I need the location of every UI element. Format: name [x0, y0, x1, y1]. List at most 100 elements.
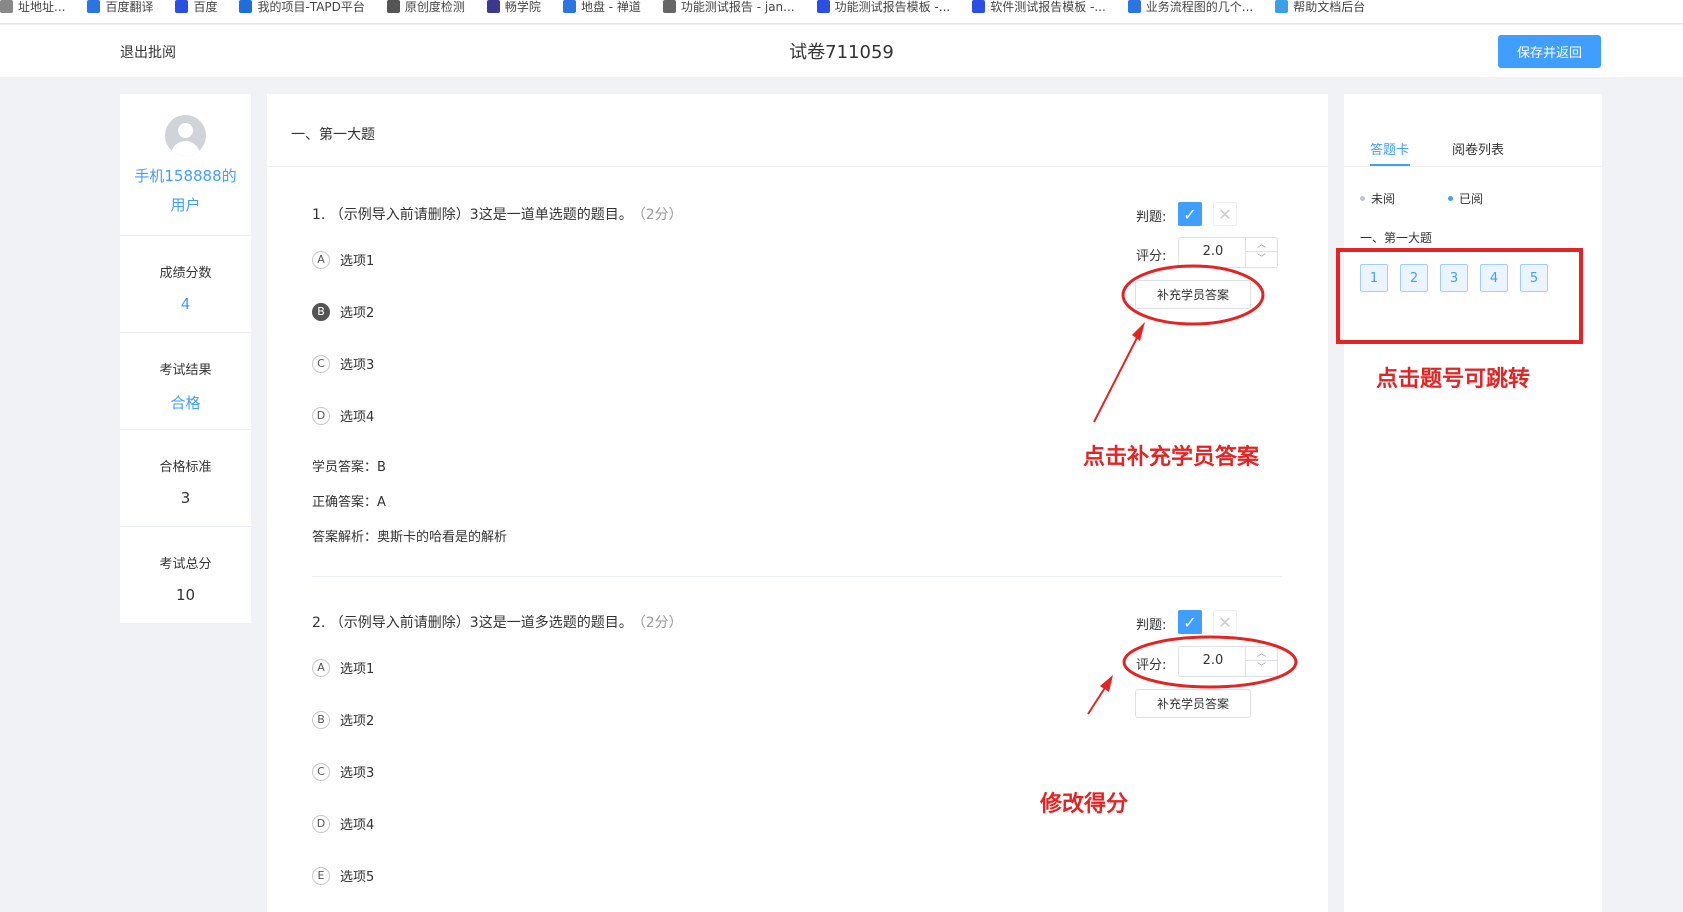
divider: [1344, 166, 1602, 167]
option-text: 选项4: [340, 818, 375, 833]
judge-label: 判题:: [1136, 210, 1167, 225]
increment-icon[interactable]: ︿: [1246, 647, 1277, 661]
stat-label: 合格标准: [159, 460, 212, 475]
option-b: B 选项2: [312, 710, 374, 729]
bookmark-icon: [562, 0, 576, 13]
option-text: 选项1: [340, 662, 375, 677]
option-d: D 选项4: [312, 406, 374, 425]
annotation-jump: 点击题号可跳转: [1376, 366, 1531, 392]
option-letter: C: [312, 762, 330, 781]
question-number-3[interactable]: 3: [1440, 264, 1468, 292]
option-letter: B: [312, 302, 330, 321]
divider: [312, 576, 1282, 577]
judge-correct-checkbox[interactable]: ✓: [1178, 610, 1202, 634]
correct-answer: 正确答案：A: [312, 495, 386, 510]
bookmark-item[interactable]: 址地址...: [0, 0, 65, 15]
question-number-2[interactable]: 2: [1400, 264, 1428, 292]
option-c: C 选项3: [312, 762, 374, 781]
option-b: B 选项2: [312, 302, 374, 321]
bookmark-icon: [662, 0, 676, 13]
bookmark-icon: [972, 0, 986, 13]
stat-pass-standard: 合格标准 3: [120, 429, 251, 526]
section-title: 一、第一大题: [291, 127, 375, 143]
bookmark-item[interactable]: 业务流程图的几个...: [1127, 0, 1253, 15]
judge-wrong-checkbox[interactable]: ✕: [1213, 610, 1237, 634]
score-value: 2.0: [1202, 244, 1224, 259]
bookmark-icon: [87, 0, 101, 13]
decrement-icon[interactable]: ﹀: [1246, 661, 1277, 675]
stat-result: 考试结果 合格: [120, 332, 251, 429]
student-summary-panel: 手机158888的用户 成绩分数 4 考试结果 合格 合格标准 3 考试总分 1…: [120, 94, 251, 623]
annotation-supplement: 点击补充学员答案: [1083, 444, 1260, 470]
option-text: 选项3: [340, 766, 375, 781]
judge-correct-checkbox[interactable]: ✓: [1178, 202, 1202, 226]
bookmark-item[interactable]: 原创度检测: [386, 0, 465, 15]
stat-total: 考试总分 10: [120, 526, 251, 623]
option-text: 选项1: [340, 254, 375, 269]
score-label: 评分:: [1136, 658, 1167, 673]
page-title: 试卷711059: [789, 42, 894, 63]
bookmark-item[interactable]: 软件测试报告模板 -...: [972, 0, 1106, 15]
question-number-4[interactable]: 4: [1480, 264, 1508, 292]
stat-label: 成绩分数: [159, 266, 212, 281]
bookmark-icon: [1127, 0, 1141, 13]
bookmark-item[interactable]: 百度翻译: [87, 0, 153, 15]
unread-dot-icon: [1360, 196, 1365, 201]
question-score: （2分）: [638, 207, 683, 223]
stat-label: 考试结果: [159, 363, 212, 378]
bookmark-item[interactable]: 畅学院: [486, 0, 541, 15]
supplement-answer-button[interactable]: 补充学员答案: [1135, 689, 1251, 718]
answer-analysis: 答案解析：奥斯卡的哈看是的解析: [312, 530, 508, 545]
bookmark-icon: [239, 0, 253, 13]
save-and-return-button[interactable]: 保存并返回: [1498, 35, 1601, 68]
bookmark-item[interactable]: 功能测试报告模板 -...: [816, 0, 950, 15]
judge-label: 判题:: [1136, 618, 1167, 633]
bookmark-icon: [1275, 0, 1289, 13]
bookmark-icon: [486, 0, 500, 13]
username: 手机158888的用户: [134, 167, 237, 214]
stat-value: 合格: [170, 394, 201, 412]
judge-wrong-checkbox[interactable]: ✕: [1213, 202, 1237, 226]
page-header: 退出批阅 试卷711059 保存并返回: [0, 25, 1683, 77]
score-stepper[interactable]: 2.0 ︿ ﹀: [1178, 237, 1278, 268]
stat-score: 成绩分数 4: [120, 235, 251, 332]
increment-icon[interactable]: ︿: [1246, 238, 1277, 252]
bookmark-item[interactable]: 我的项目-TAPD平台: [239, 0, 365, 15]
bookmark-item[interactable]: 地盘 - 禅道: [562, 0, 641, 15]
read-dot-icon: [1448, 196, 1453, 201]
option-text: 选项3: [340, 358, 375, 373]
legend-unread: 未阅: [1360, 190, 1395, 207]
decrement-icon[interactable]: ﹀: [1246, 252, 1277, 266]
tab-answer-card[interactable]: 答题卡: [1370, 139, 1409, 158]
option-letter: E: [312, 866, 330, 885]
option-e: E 选项5: [312, 866, 374, 885]
supplement-answer-button[interactable]: 补充学员答案: [1135, 280, 1251, 309]
option-letter: C: [312, 354, 330, 373]
answer-card-panel: 答题卡 阅卷列表 未阅 已阅 一、第一大题 1 2 3 4 5: [1344, 94, 1602, 912]
option-text: 选项2: [340, 306, 375, 321]
question-number-5[interactable]: 5: [1520, 264, 1548, 292]
option-letter: A: [312, 658, 330, 677]
student-answer: 学员答案：B: [312, 460, 386, 475]
score-label: 评分:: [1136, 249, 1167, 264]
stat-value: 4: [180, 295, 191, 313]
option-d: D 选项4: [312, 814, 374, 833]
option-letter: B: [312, 710, 330, 729]
bookmark-item[interactable]: 功能测试报告 - jan...: [662, 0, 795, 15]
tab-review-list[interactable]: 阅卷列表: [1452, 139, 1504, 158]
legend-read: 已阅: [1448, 190, 1483, 207]
bookmark-item[interactable]: 百度: [175, 0, 217, 15]
option-letter: D: [312, 406, 330, 425]
bookmark-icon: [816, 0, 830, 13]
score-stepper[interactable]: 2.0 ︿ ﹀: [1178, 646, 1278, 677]
question-panel: 一、第一大题 1. （示例导入前请删除）3这是一道单选题的题目。 （2分） A 选项…: [267, 94, 1328, 912]
stat-value: 10: [175, 586, 196, 604]
avatar: [165, 115, 206, 156]
option-letter: A: [312, 250, 330, 269]
option-c: C 选项3: [312, 354, 374, 373]
option-text: 选项5: [340, 870, 375, 885]
divider: [267, 166, 1328, 167]
bookmark-item[interactable]: 帮助文档后台: [1275, 0, 1365, 15]
bookmark-icon: [386, 0, 400, 13]
question-number-1[interactable]: 1: [1360, 264, 1388, 292]
